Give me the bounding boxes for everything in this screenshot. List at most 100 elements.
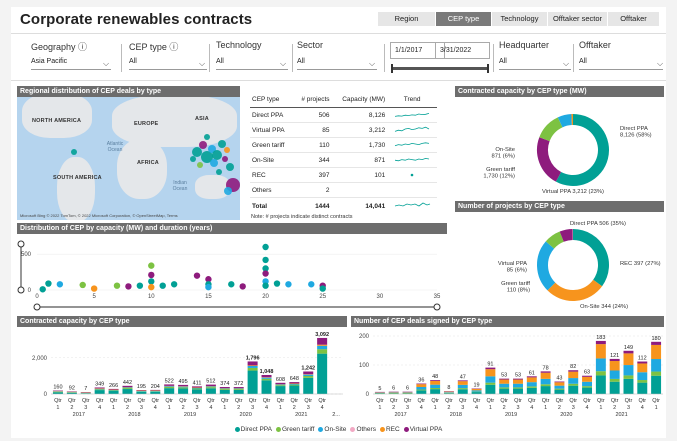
bar-segment[interactable] [485,382,496,385]
bar-segment[interactable] [457,381,468,385]
bar-segment[interactable] [609,378,620,382]
bar-segment[interactable] [178,387,189,389]
bar-segment[interactable] [526,376,537,378]
bar-segment[interactable] [219,387,230,389]
bar-segment[interactable] [595,358,606,372]
bar-segment[interactable] [205,386,216,388]
table-header[interactable]: Capacity (MW) [331,94,388,108]
bar-segment[interactable] [651,375,662,394]
table-header[interactable]: CEP type [250,94,294,108]
tab-offtaker-sector[interactable]: Offtaker sector [548,12,608,26]
donut-slice[interactable] [545,231,565,249]
bar-segment[interactable] [275,384,286,386]
bar-segment[interactable] [568,371,579,379]
bar-segment[interactable] [247,367,258,371]
bar-segment[interactable] [416,387,427,390]
donut-slice[interactable] [557,114,573,128]
scatter-point[interactable] [113,282,121,289]
bar-segment[interactable] [540,378,551,385]
bar-segment[interactable] [275,386,286,394]
bar-segment[interactable] [554,388,565,390]
bar-segment[interactable] [247,366,258,368]
bar-segment[interactable] [485,369,496,377]
bar-segment[interactable] [150,389,161,391]
map-bubble[interactable] [210,159,218,167]
bar-segment[interactable] [637,382,648,394]
date-end-input[interactable]: 3/31/2022 [435,42,490,59]
bar-segment[interactable] [247,370,258,394]
bar-segment[interactable] [637,363,648,373]
map-bubble[interactable] [222,156,228,162]
bar-segment[interactable] [136,391,147,394]
bar-segment[interactable] [526,377,537,383]
bar-segment[interactable] [554,389,565,394]
bar-segment[interactable] [430,384,441,389]
bar-segment[interactable] [513,379,523,384]
bar-segment[interactable] [595,344,606,359]
bar-segment[interactable] [261,374,272,378]
scatter-point[interactable] [262,282,269,289]
scatter-point[interactable] [159,282,166,289]
bar-segment[interactable] [416,390,427,394]
bar-segment[interactable] [471,390,482,392]
scatter-point[interactable] [170,281,178,288]
bar-segment[interactable] [178,388,189,394]
bar-segment[interactable] [303,375,314,378]
bar-segment[interactable] [164,388,175,394]
table-row[interactable]: REC 397 101 [250,167,437,183]
bar-segment[interactable] [637,372,648,381]
bar-segment[interactable] [540,371,551,373]
bar-segment[interactable] [205,388,216,394]
bar-segment[interactable] [289,383,300,385]
bar-segment[interactable] [526,386,537,388]
tab-region[interactable]: Region [378,12,436,26]
bar-segment[interactable] [164,386,175,387]
bar-segment[interactable] [554,382,565,386]
bar-segment[interactable] [247,361,258,366]
bar-segment[interactable] [471,388,482,391]
scatter-point[interactable] [228,281,235,288]
bar-segment[interactable] [94,390,105,394]
scatter-point[interactable] [193,272,201,279]
bar-segment[interactable] [108,391,119,394]
bar-segment[interactable] [623,378,634,394]
bar-segment[interactable] [609,361,620,371]
x-slider-handle[interactable] [433,303,441,311]
bar-segment[interactable] [582,375,593,377]
map-bubble[interactable] [190,156,196,162]
table-row[interactable]: On-Site 344 871 [250,152,437,168]
bar-segment[interactable] [637,361,648,364]
bar-segment[interactable] [582,387,593,394]
bar-segment[interactable] [303,374,314,376]
map-bubble[interactable] [226,163,234,171]
legend-item[interactable]: Virtual PPA [403,426,442,433]
scatter-point[interactable] [56,281,64,288]
donut-slice[interactable] [539,117,563,142]
bar-segment[interactable] [191,387,203,389]
bar-segment[interactable] [191,386,203,388]
scatter-point[interactable] [273,280,281,287]
bar-segment[interactable] [540,372,551,379]
scatter-point[interactable] [148,262,155,269]
scatter-point[interactable] [39,286,46,293]
bar-segment[interactable] [233,387,244,389]
map-bubble[interactable] [199,141,207,149]
legend-item[interactable]: Others [350,426,376,433]
bar-segment[interactable] [164,386,175,389]
table-row[interactable]: Green tariff 110 1,730 [250,137,437,153]
bar-segment[interactable] [289,385,300,394]
scatter-point[interactable] [262,256,269,264]
bar-segment[interactable] [136,390,147,391]
bar-segment[interactable] [485,384,496,394]
bar-segment[interactable] [178,384,189,387]
bar-segment[interactable] [178,386,189,388]
tab-offtaker[interactable]: Offtaker [608,12,660,26]
technology-filter[interactable]: Technology All ⌵ [216,34,288,80]
scatter-point[interactable] [262,270,269,277]
x-slider-handle[interactable] [33,303,41,311]
bar-segment[interactable] [499,378,510,380]
table-row[interactable]: Others 2 [250,182,437,198]
scatter-point[interactable] [308,281,315,288]
donut-slice[interactable] [537,241,556,291]
bar-segment[interactable] [233,389,244,394]
